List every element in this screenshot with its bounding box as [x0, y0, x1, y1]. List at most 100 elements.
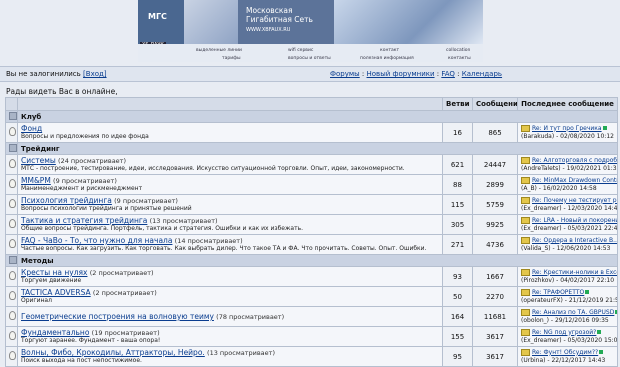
forum-status-icon [9, 159, 16, 168]
last-post-link[interactable]: Re: Алготорговля с подробн... [532, 157, 617, 164]
last-post-link[interactable]: Re: MinMax Drawdown Contro... [532, 177, 617, 184]
forum-link[interactable]: FAQ - ЧаВо - То, что нужно для начала [21, 236, 172, 245]
forum-topics: 93 [442, 266, 473, 287]
last-post-link[interactable]: Re: Крестики-нолики в Excel... [532, 269, 617, 276]
forum-link[interactable]: Системы [21, 156, 56, 165]
category-title[interactable]: Методы [21, 257, 54, 265]
forum-status-icon [9, 239, 16, 248]
forum-row: Тактика и стратегия трейдинга (13 просма… [5, 214, 618, 235]
login-link[interactable]: [Вход] [83, 70, 107, 78]
message-icon [521, 348, 530, 356]
forum-description: Оригинал [21, 297, 52, 304]
new-forums-link[interactable]: Новый форумники [367, 70, 435, 78]
forum-description: Частые вопросы. Как загрузить. Как торго… [21, 245, 427, 252]
goto-last-icon[interactable] [615, 309, 617, 314]
category-row: Трейдинг [5, 142, 618, 155]
col-last-post: Последнее сообщение [517, 97, 618, 111]
forum-link[interactable]: Геометрические построения на волновую те… [21, 312, 214, 321]
message-icon [521, 308, 530, 316]
message-icon [521, 156, 530, 164]
category-title[interactable]: Клуб [21, 113, 41, 121]
forum-link[interactable]: Тактика и стратегия трейдинга [21, 216, 147, 225]
last-post-link[interactable]: Re: LRA - Новый и покорение... [532, 217, 617, 224]
forum-row: TACTICA ADVERSA (2 просматривает) Оригина… [5, 286, 618, 307]
last-post-link[interactable]: Re: Анализ по ТА. GBPUSD [532, 309, 614, 316]
forum-description: Поиск выхода на пост непостижимое. [21, 357, 142, 364]
last-post-link[interactable]: Re: Фунт! Обсудим?? [532, 349, 598, 356]
forum-topics: 88 [442, 174, 473, 195]
forum-link[interactable]: Фундаментально [21, 328, 89, 337]
goto-last-icon[interactable] [597, 329, 602, 334]
forum-posts: 3617 [472, 326, 518, 347]
forum-link[interactable]: Психология трейдинга [21, 196, 112, 205]
last-post-meta: (A_B) - 16/02/2020 14:58 [521, 184, 597, 192]
forum-link[interactable]: Фонд [21, 124, 42, 133]
forum-viewers: (2 просматривает) [92, 289, 157, 297]
message-icon [521, 288, 530, 296]
forum-posts: 4736 [472, 234, 518, 255]
forum-link[interactable]: Волны, Фибо, Крокодилы, Аттракторы, Нейр… [21, 348, 205, 357]
forum-description: Торгуют заранее. Фундамент - ваша опора! [21, 337, 161, 344]
message-icon [521, 196, 530, 204]
top-nav-bar: Вы не залогинились [Вход] Форумы : Новый… [0, 66, 620, 82]
forum-link[interactable]: ММ&РМ [21, 176, 51, 185]
forum-topics: 50 [442, 286, 473, 307]
goto-last-icon[interactable] [602, 125, 607, 130]
forum-viewers: (13 просматривает) [207, 349, 275, 357]
forum-viewers: (78 просматривает) [216, 313, 285, 321]
forum-topics: 16 [442, 122, 473, 143]
last-post-meta: (AndreTalets) - 19/02/2021 01:33 [521, 164, 618, 172]
forums-link[interactable]: Форумы [330, 70, 360, 78]
goto-last-icon[interactable] [585, 289, 590, 294]
last-post-link[interactable]: Re: Ордера в Interactive B... [532, 237, 617, 244]
banner-nav-item[interactable]: collocation [446, 48, 470, 53]
forum-description: Торгуем движение [21, 277, 82, 284]
banner-clock-image [184, 0, 238, 44]
faq-link[interactable]: FAQ [441, 70, 455, 78]
forum-row: Волны, Фибо, Крокодилы, Аттракторы, Нейр… [5, 346, 618, 367]
last-post-link[interactable]: Re: NG под угрозой? [532, 329, 596, 336]
message-icon [521, 268, 530, 276]
last-post-link[interactable]: Re: И тут про Гречика [532, 125, 602, 132]
last-post-meta: (Ex_dreamer) - 05/03/2020 15:01 [521, 336, 618, 344]
banner-nav-item[interactable]: вопросы и ответы [288, 56, 331, 61]
banner-nav-item[interactable]: тарифы [222, 56, 241, 61]
banner-nav-item[interactable]: контакт [380, 48, 399, 53]
last-post-meta: (Barakuda) - 02/08/2020 10:12 [521, 132, 614, 140]
forum-viewers: (9 просматривает) [53, 177, 117, 185]
forum-status-icon [9, 179, 16, 188]
last-post-meta: (Valida_S) - 12/06/2020 14:53 [521, 244, 611, 252]
banner-nav-item[interactable]: контакты [448, 56, 471, 61]
forum-topics: 155 [442, 326, 473, 347]
not-logged-text: Вы не залогинились [6, 70, 81, 78]
last-post-link[interactable]: Re: ТРАФОРЕТТО [532, 289, 584, 296]
forum-row: Системы (24 просматривает) МТС - построен… [5, 154, 618, 175]
forum-row: Геометрические построения на волновую те… [5, 306, 618, 327]
banner-nav-item[interactable]: выделенные линии [196, 48, 242, 53]
last-post-meta: (operateurFX) - 21/12/2019 21:54 [521, 296, 618, 304]
forum-viewers: (13 просматривает) [149, 217, 218, 225]
goto-last-icon[interactable] [599, 349, 604, 354]
category-title[interactable]: Трейдинг [21, 145, 60, 153]
category-row: Методы [5, 254, 618, 267]
banner-nav-item[interactable]: полезная информация [360, 56, 414, 61]
calendar-link[interactable]: Календарь [462, 70, 502, 78]
col-posts: Сообщений [472, 97, 518, 111]
banner-nav-item[interactable]: wifi сервис [288, 48, 313, 53]
forum-link[interactable]: Кресты на нулях [21, 268, 87, 277]
site-banner[interactable]: МГС XS.ЛАУК Московская Гигабитная Сеть W… [138, 0, 483, 62]
forum-topics: 271 [442, 234, 473, 255]
category-icon [9, 111, 17, 120]
forum-row: Фонд Вопросы и предложения по идее фонда… [5, 122, 618, 143]
col-topics: Ветви [442, 97, 473, 111]
forum-table: Ветви Сообщений Последнее сообщение Клуб… [5, 97, 618, 367]
forum-link[interactable]: TACTICA ADVERSA [21, 288, 91, 297]
forum-description: Вопросы психологии трейдинга и принятые … [21, 205, 192, 212]
forum-status-icon [9, 219, 16, 228]
forum-posts: 5759 [472, 194, 518, 215]
message-icon [521, 176, 530, 184]
last-post-meta: (Urbina) - 22/12/2017 14:43 [521, 356, 606, 364]
banner-title: Московская Гигабитная Сеть WWW.XBFAUX.RU [238, 0, 334, 44]
last-post-link[interactable]: Re: Почему не тестирует работ... [532, 197, 617, 204]
last-post-meta: (obolon_) - 29/12/2016 09:35 [521, 316, 609, 324]
